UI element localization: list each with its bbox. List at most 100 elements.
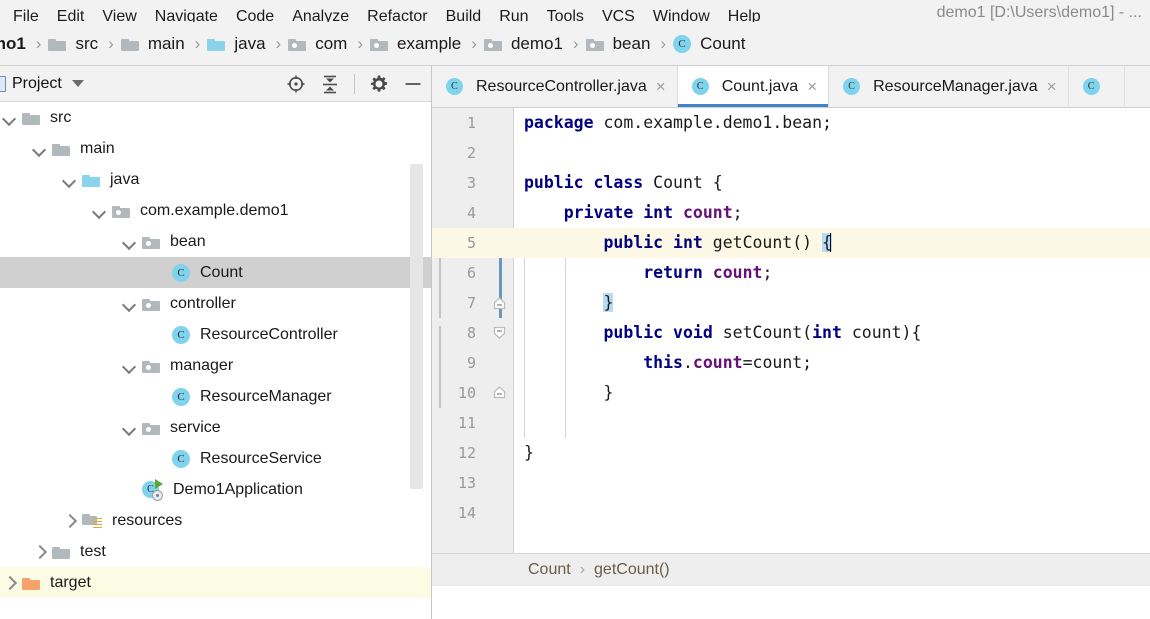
close-icon[interactable]: × bbox=[1047, 77, 1057, 97]
tree-item-main[interactable]: main bbox=[0, 133, 431, 164]
tree-item-resourceservice[interactable]: C ResourceService bbox=[0, 443, 431, 474]
package-icon bbox=[142, 421, 160, 435]
chevron-down-icon[interactable] bbox=[120, 233, 138, 251]
code-line[interactable]: 5 public int getCount() { bbox=[432, 228, 1150, 258]
hide-panel-icon[interactable] bbox=[403, 74, 423, 94]
code-editor[interactable]: 1 package com.example.demo1.bean; 2 3 public… bbox=[432, 108, 1150, 586]
folder-orange-icon bbox=[22, 576, 40, 590]
tree-item-count[interactable]: C Count bbox=[0, 257, 431, 288]
status-breadcrumb-item[interactable]: getCount() bbox=[594, 561, 670, 579]
chevron-down-icon[interactable] bbox=[120, 357, 138, 375]
close-icon[interactable]: × bbox=[656, 77, 666, 97]
tree-item-resourcecontroller[interactable]: C ResourceController bbox=[0, 319, 431, 350]
breadcrumb-item-demo1[interactable]: demo1 bbox=[0, 34, 29, 54]
tree-item-label: service bbox=[170, 418, 221, 436]
code-line[interactable]: 9 this.count=count; bbox=[432, 348, 1150, 378]
tree-item-test[interactable]: test bbox=[0, 536, 431, 567]
select-opened-file-icon[interactable] bbox=[286, 74, 306, 94]
editor-tab-resourcecontroller-java[interactable]: C ResourceController.java × bbox=[432, 66, 678, 107]
status-breadcrumb-item[interactable]: Count bbox=[528, 561, 571, 579]
menu-item-code[interactable]: Code bbox=[227, 8, 283, 22]
menu-item-window[interactable]: Window bbox=[644, 8, 719, 22]
tree-item-manager[interactable]: manager bbox=[0, 350, 431, 381]
code-plain: ; bbox=[762, 263, 773, 282]
breadcrumb-item-src[interactable]: src bbox=[48, 34, 101, 54]
chevron-down-icon[interactable] bbox=[120, 419, 138, 437]
code-line[interactable]: 6 return count; bbox=[432, 258, 1150, 288]
project-tree-scrollbar[interactable] bbox=[410, 164, 423, 489]
code-line[interactable]: 11 bbox=[432, 408, 1150, 438]
project-tree[interactable]: src main java com.example.demo1 bean C Count co… bbox=[0, 102, 431, 619]
code-line[interactable]: 7 } bbox=[432, 288, 1150, 318]
chevron-right-icon[interactable] bbox=[0, 574, 18, 592]
tree-item-resources[interactable]: resources bbox=[0, 505, 431, 536]
code-line[interactable]: 4 private int count; bbox=[432, 198, 1150, 228]
chevron-down-icon[interactable] bbox=[120, 295, 138, 313]
menu-item-run[interactable]: Run bbox=[490, 8, 537, 22]
tree-item-controller[interactable]: controller bbox=[0, 288, 431, 319]
tree-item-resourcemanager[interactable]: C ResourceManager bbox=[0, 381, 431, 412]
chevron-down-icon[interactable] bbox=[60, 171, 78, 189]
chevron-down-icon[interactable] bbox=[71, 80, 84, 87]
editor-tab-partial[interactable]: C bbox=[1069, 66, 1125, 107]
tree-item-service[interactable]: service bbox=[0, 412, 431, 443]
code-text: this.count=count; bbox=[524, 348, 1150, 378]
breadcrumb-item-bean[interactable]: bean bbox=[585, 34, 654, 54]
code-line[interactable]: 2 bbox=[432, 138, 1150, 168]
code-line[interactable]: 13 bbox=[432, 468, 1150, 498]
collapse-all-icon[interactable] bbox=[320, 74, 340, 94]
menu-item-file[interactable]: File bbox=[4, 8, 48, 22]
line-number: 4 bbox=[466, 204, 476, 222]
breadcrumb-item-count[interactable]: C Count bbox=[673, 34, 748, 54]
tree-item-com-example-demo1[interactable]: com.example.demo1 bbox=[0, 195, 431, 226]
menu-item-refactor[interactable]: Refactor bbox=[358, 8, 436, 22]
class-icon: C bbox=[172, 263, 190, 282]
breadcrumb-item-demo1[interactable]: demo1 bbox=[483, 34, 566, 54]
line-number: 7 bbox=[466, 294, 476, 312]
menu-item-help[interactable]: Help bbox=[719, 8, 770, 22]
chevron-right-icon[interactable] bbox=[30, 543, 48, 561]
menu-item-build[interactable]: Build bbox=[437, 8, 491, 22]
code-line[interactable]: 8 public void setCount(int count){ bbox=[432, 318, 1150, 348]
menu-item-vcs[interactable]: VCS bbox=[593, 8, 644, 22]
code-line[interactable]: 14 bbox=[432, 498, 1150, 528]
breadcrumb-item-label: Count bbox=[700, 33, 746, 53]
breadcrumb-item-example[interactable]: example bbox=[370, 34, 464, 54]
code-line[interactable]: 3 public class Count { bbox=[432, 168, 1150, 198]
project-panel-title: Project bbox=[12, 74, 62, 92]
editor-tab-resourcemanager-java[interactable]: C ResourceManager.java × bbox=[829, 66, 1069, 107]
tree-item-bean[interactable]: bean bbox=[0, 226, 431, 257]
chevron-down-icon[interactable] bbox=[30, 140, 48, 158]
menu-item-view[interactable]: View bbox=[93, 8, 145, 22]
menu-item-navigate[interactable]: Navigate bbox=[146, 8, 227, 22]
chevron-right-icon[interactable] bbox=[60, 512, 78, 530]
tree-item-java[interactable]: java bbox=[0, 164, 431, 195]
tree-item-label: main bbox=[80, 139, 115, 157]
code-text: return count; bbox=[524, 258, 1150, 288]
tree-item-target[interactable]: target bbox=[0, 567, 431, 598]
folder-gray-icon bbox=[22, 111, 40, 125]
breadcrumb-item-main[interactable]: main bbox=[120, 34, 188, 54]
menu-item-analyze[interactable]: Analyze bbox=[283, 8, 358, 22]
editor-status-breadcrumb[interactable]: Count › getCount() bbox=[432, 553, 1150, 586]
folder-gray-icon bbox=[120, 37, 139, 51]
tree-item-src[interactable]: src bbox=[0, 102, 431, 133]
class-icon: C bbox=[1082, 78, 1100, 95]
tree-item-demo1application[interactable]: C Demo1Application bbox=[0, 474, 431, 505]
code-line[interactable]: 12} bbox=[432, 438, 1150, 468]
code-line[interactable]: 10 } bbox=[432, 378, 1150, 408]
gear-settings-icon[interactable] bbox=[369, 74, 389, 94]
chevron-down-icon[interactable] bbox=[90, 202, 108, 220]
code-lines[interactable]: 1 package com.example.demo1.bean; 2 3 public… bbox=[432, 108, 1150, 528]
breadcrumb-separator: › bbox=[108, 33, 114, 53]
breadcrumb-item-com[interactable]: com bbox=[288, 34, 350, 54]
breadcrumb-item-label: java bbox=[234, 33, 266, 53]
menu-item-tools[interactable]: Tools bbox=[538, 8, 593, 22]
breadcrumb-item-java[interactable]: java bbox=[207, 34, 268, 54]
editor-tab-count-java[interactable]: C Count.java × bbox=[677, 66, 830, 107]
code-line[interactable]: 1 package com.example.demo1.bean; bbox=[432, 108, 1150, 138]
menu-item-edit[interactable]: Edit bbox=[48, 8, 94, 22]
close-icon[interactable]: × bbox=[807, 77, 817, 97]
chevron-down-icon[interactable] bbox=[0, 109, 18, 127]
